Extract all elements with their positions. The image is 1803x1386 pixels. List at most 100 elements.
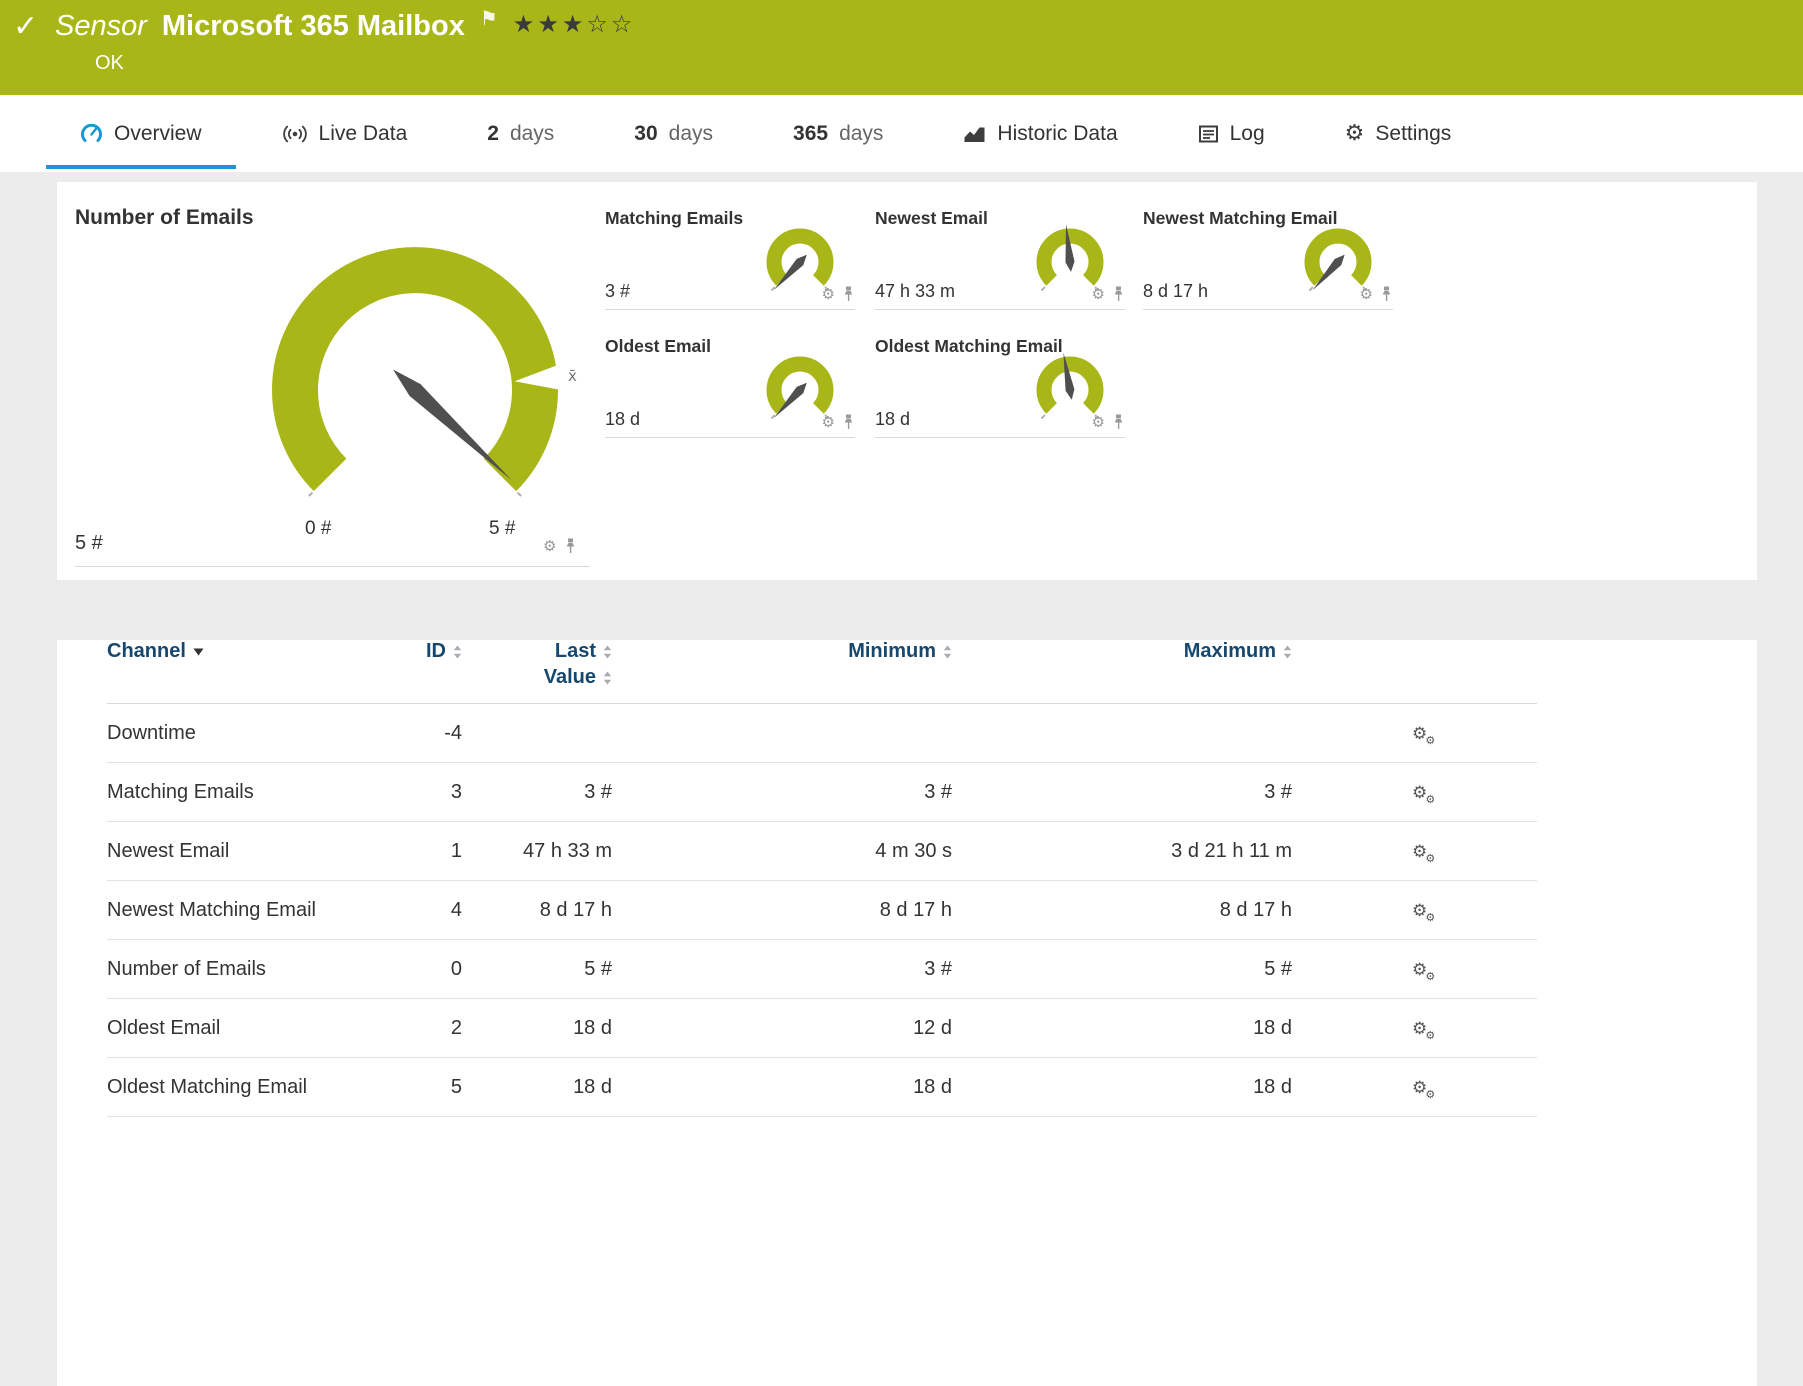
gear-icon[interactable]: ⚙ [822,286,835,302]
tab-overview[interactable]: Overview [40,95,242,172]
tab-settings[interactable]: ⚙ Settings [1305,95,1492,172]
tab-live-data[interactable]: Live Data [242,95,448,172]
column-minimum[interactable]: Minimum [612,640,952,663]
gauge-value: 8 d 17 h [1143,281,1209,301]
tab-historic-data[interactable]: Historic Data [923,95,1157,172]
cell-channel[interactable]: Newest Email [107,840,397,863]
sensor-status-text: OK [95,52,124,74]
cell-id: 0 [450,957,462,980]
main-gauge-scale-max: 5 # [489,518,516,539]
gauge-title: Oldest Email [605,336,712,356]
star-icon[interactable]: ★ [562,10,587,38]
cell-maximum: 3 # [1264,780,1292,803]
star-icon[interactable]: ★ [537,10,562,38]
gauge-actions: ⚙ [822,414,854,430]
tab-label: days [839,121,884,145]
gauge-value: 3 # [605,281,631,301]
channel-settings-icon[interactable]: ⚙ ⚙ [1412,1019,1435,1042]
cell-id: 4 [450,898,462,921]
channel-settings-icon[interactable]: ⚙ ⚙ [1412,842,1435,865]
tab-label: Overview [114,121,202,145]
pin-icon[interactable] [843,414,854,430]
cell-channel[interactable]: Number of Emails [107,958,397,981]
tab-log[interactable]: Log [1158,95,1305,172]
gear-icon[interactable]: ⚙ [822,414,835,430]
cell-channel[interactable]: Downtime [107,722,397,745]
channel-settings-icon[interactable]: ⚙ ⚙ [1412,1078,1435,1101]
column-last-value[interactable]: Last Value [462,640,612,689]
star-icon[interactable]: ☆ [586,10,611,38]
gear-icon[interactable]: ⚙ [1092,286,1105,302]
cell-channel[interactable]: Oldest Email [107,1017,397,1040]
star-icon[interactable]: ☆ [611,10,636,38]
sort-icon[interactable] [943,645,952,659]
sort-icon[interactable] [453,645,462,659]
column-channel[interactable]: Channel [107,640,397,663]
tab-label: Live Data [318,121,408,145]
pin-icon[interactable] [1381,286,1392,302]
tab-30-days[interactable]: 30 days [594,95,753,172]
tab-number: 2 [487,121,499,145]
gear-icon[interactable]: ⚙ [1092,414,1105,430]
sort-icon[interactable] [603,645,612,659]
gear-icon[interactable]: ⚙ [1360,286,1373,302]
tab-label: Historic Data [997,121,1118,145]
table-row: Number of Emails 0 5 # 3 # 5 # ⚙ ⚙ [107,940,1537,999]
sort-desc-icon[interactable] [193,648,204,656]
channel-settings-icon[interactable]: ⚙ ⚙ [1412,724,1435,747]
priority-rating[interactable]: ★★★☆☆ [513,10,636,38]
cell-minimum: 12 d [913,1016,952,1039]
tab-number: 365 [793,121,829,145]
flag-icon[interactable]: ⚑ [480,8,498,28]
pin-icon[interactable] [565,538,576,554]
tab-label: days [509,121,555,145]
main-gauge-actions: ⚙ [543,538,576,554]
gauge-title: Newest Email [875,208,988,228]
gauge-actions: ⚙ [1360,286,1392,302]
channel-settings-icon[interactable]: ⚙ ⚙ [1412,783,1435,806]
cell-last-value: 8 d 17 h [539,898,612,921]
tab-2-days[interactable]: 2 days [447,95,594,172]
cell-maximum: 3 d 21 h 11 m [1171,839,1292,862]
channel-settings-icon[interactable]: ⚙ ⚙ [1412,901,1435,924]
pin-icon[interactable] [1113,414,1124,430]
gauges-panel: Number of Emails x̄ 0 # 5 # 5 # ⚙ Matchi… [57,182,1757,580]
gauge-title: Matching Emails [605,208,744,228]
small-gauge-block: Oldest Matching Email 18 d ⚙ [875,336,1125,438]
cell-channel[interactable]: Oldest Matching Email [107,1076,397,1099]
main-gauge-scale-min: 0 # [305,518,332,539]
cell-last-value: 5 # [584,957,612,980]
historic-data-icon [964,127,985,142]
tab-label: Log [1229,121,1265,145]
gear-icon[interactable]: ⚙ [543,538,556,554]
cell-channel[interactable]: Matching Emails [107,781,397,804]
small-gauge-block: Newest Matching Email 8 d 17 h ⚙ [1143,208,1393,310]
gauge-value: 47 h 33 m [875,281,956,301]
channel-settings-icon[interactable]: ⚙ ⚙ [1412,960,1435,983]
star-icon[interactable]: ★ [513,10,538,38]
sort-icon[interactable] [1283,645,1292,659]
pin-icon[interactable] [1113,286,1124,302]
cell-id: 5 [450,1075,462,1098]
gauge-value: 18 d [605,409,641,429]
gauge-value: 18 d [875,409,911,429]
main-gauge-title: Number of Emails [75,206,254,229]
pin-icon[interactable] [843,286,854,302]
table-row: Oldest Email 2 18 d 12 d 18 d ⚙ ⚙ [107,999,1537,1058]
cell-minimum: 18 d [913,1075,952,1098]
channels-table: Channel ID Last Value Minimum Maximum Downtim… [107,640,1537,1117]
cell-last-value: 47 h 33 m [523,839,612,862]
cell-last-value: 3 # [584,780,612,803]
tab-365-days[interactable]: 365 days [753,95,923,172]
column-maximum[interactable]: Maximum [952,640,1292,663]
cell-minimum: 3 # [924,780,952,803]
column-id[interactable]: ID [397,640,462,663]
cell-id: -4 [444,721,462,744]
sensor-header: ✓ Sensor Microsoft 365 Mailbox ⚑ ★★★☆☆ O… [0,0,1803,95]
sort-icon[interactable] [603,671,612,685]
main-gauge: x̄ [237,222,597,542]
cell-minimum: 4 m 30 s [875,839,952,862]
cell-maximum: 8 d 17 h [1219,898,1292,921]
cell-channel[interactable]: Newest Matching Email [107,899,397,922]
tab-label: days [668,121,714,145]
